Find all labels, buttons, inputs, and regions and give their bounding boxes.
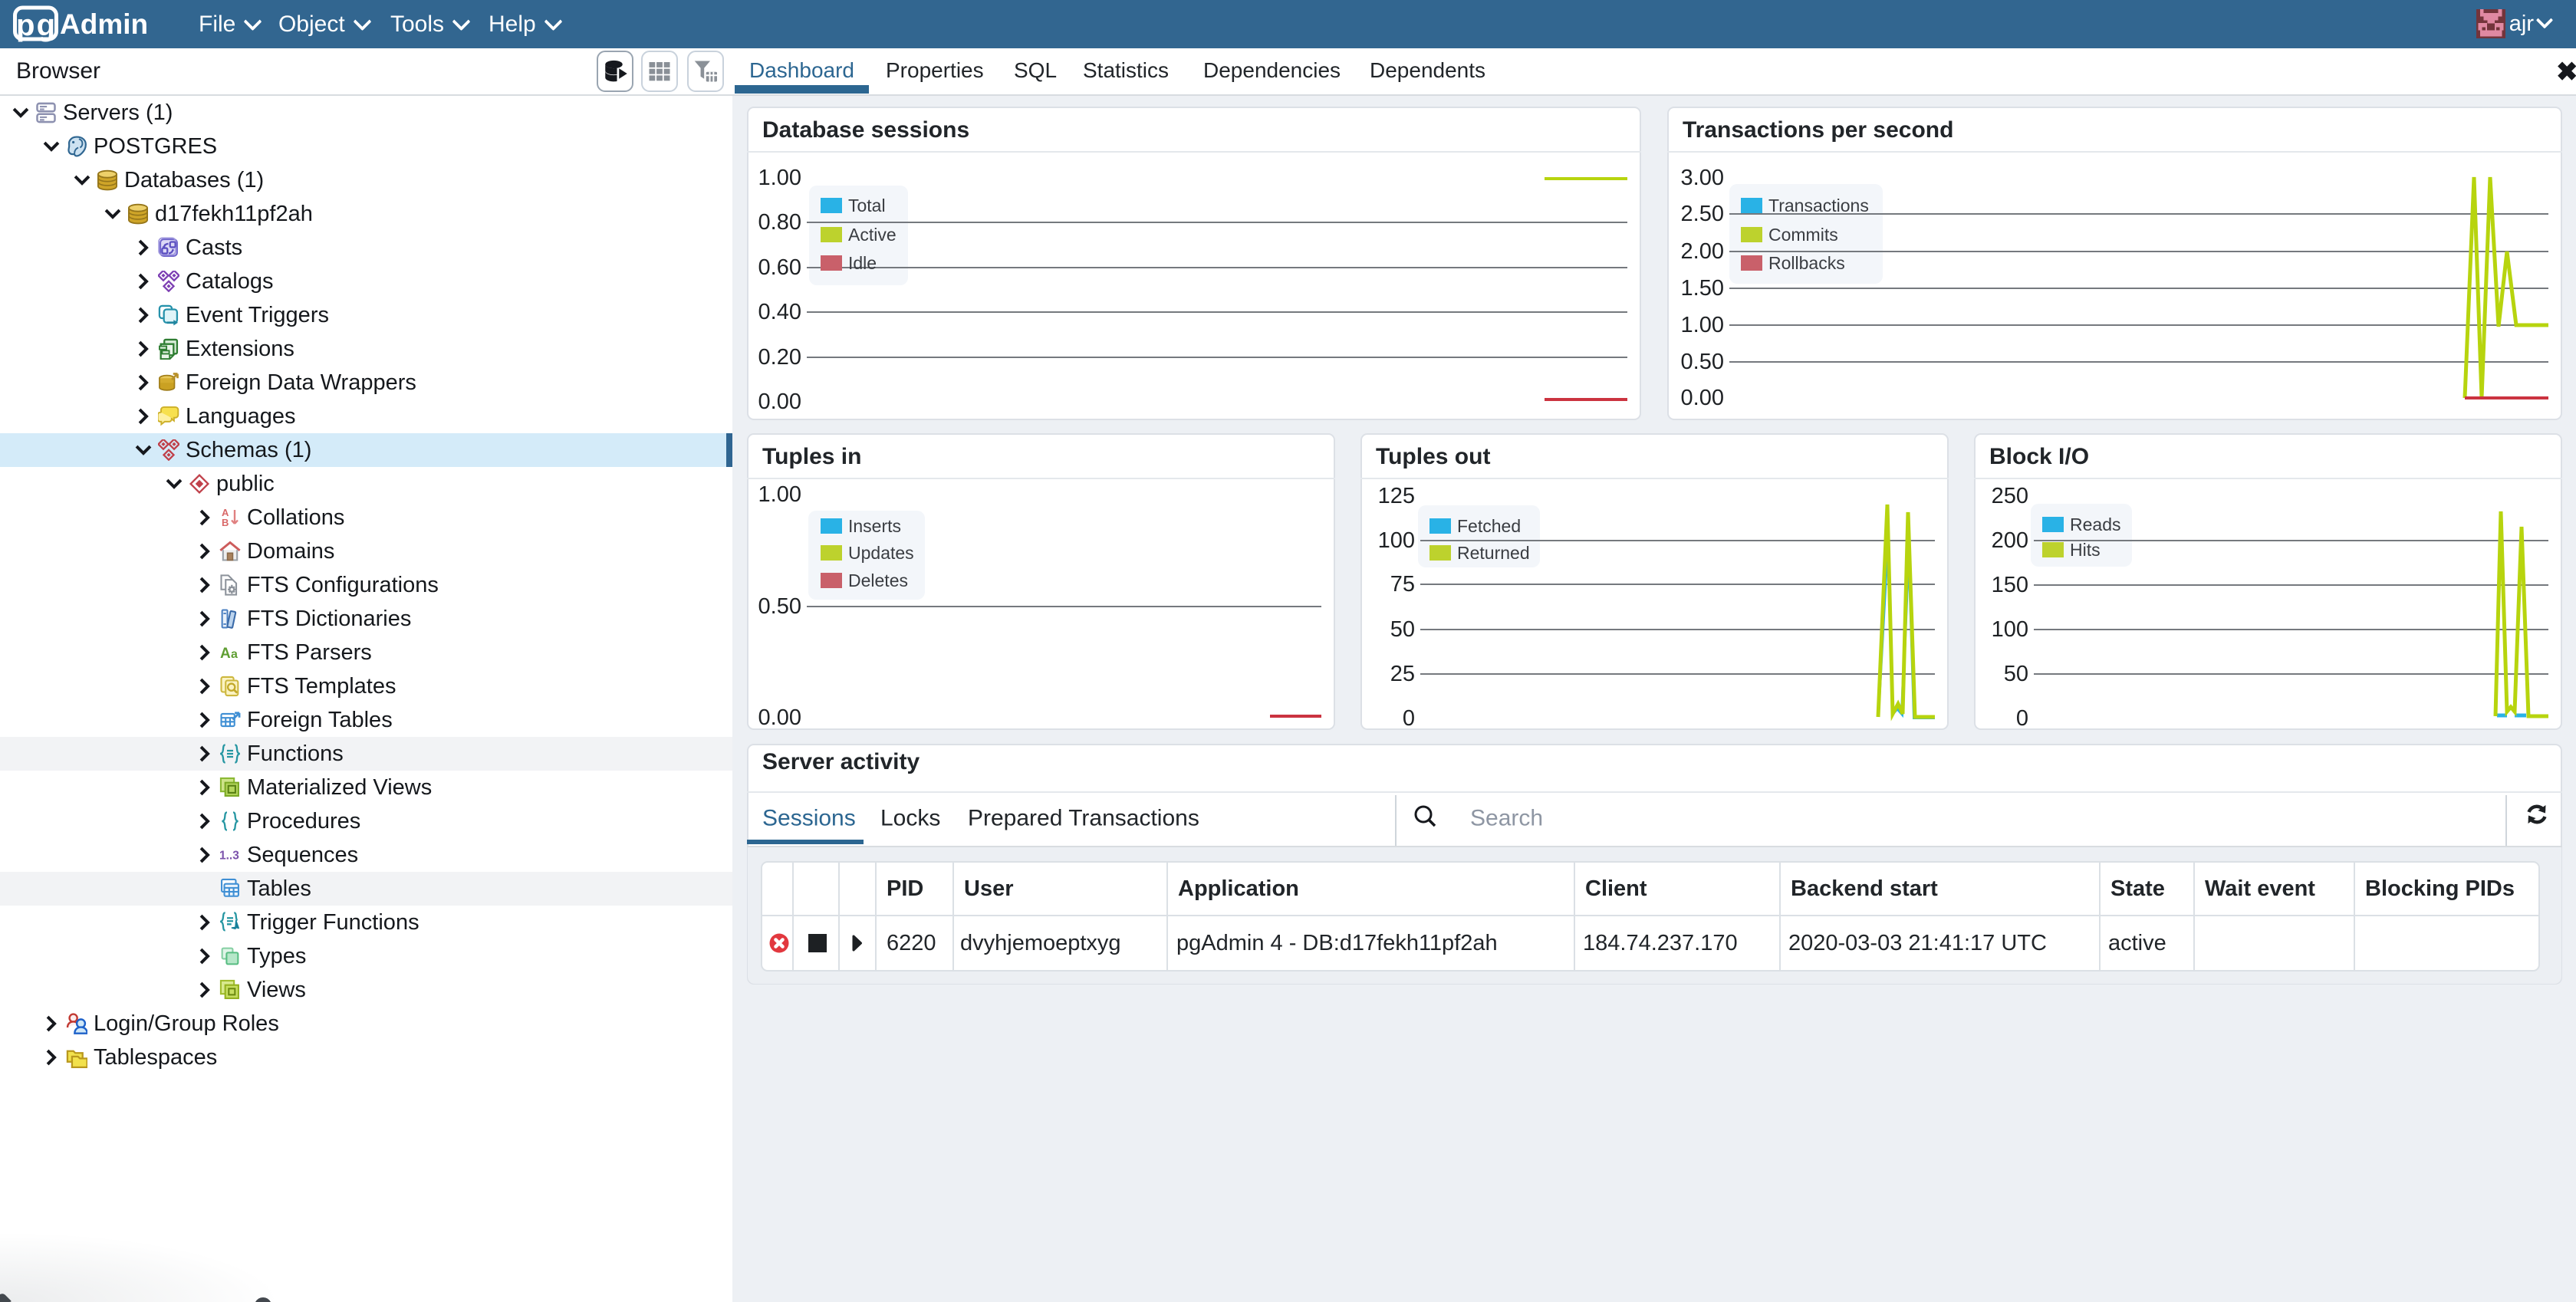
svg-text:0: 0	[2016, 706, 2028, 730]
svg-text:25: 25	[1390, 662, 1415, 686]
svg-text:250: 250	[1992, 484, 2028, 508]
svg-text:Hits: Hits	[2070, 540, 2101, 560]
svg-text:0.20: 0.20	[758, 345, 801, 370]
svg-text:Sessions: Sessions	[762, 806, 856, 831]
svg-text:1.00: 1.00	[1681, 313, 1724, 337]
svg-text:User: User	[964, 876, 1014, 901]
svg-text:6220: 6220	[887, 931, 936, 955]
svg-text:0.00: 0.00	[758, 390, 801, 414]
svg-text:dvyhjemoeptxyg: dvyhjemoeptxyg	[960, 931, 1121, 955]
svg-text:125: 125	[1378, 484, 1415, 508]
svg-text:Commits: Commits	[1768, 225, 1838, 245]
svg-text:0.80: 0.80	[758, 210, 801, 235]
svg-text:Search: Search	[1470, 806, 1543, 831]
svg-text:3.00: 3.00	[1681, 166, 1724, 190]
svg-text:pgAdmin 4 - DB:d17fekh11pf2ah: pgAdmin 4 - DB:d17fekh11pf2ah	[1176, 931, 1498, 955]
svg-text:Reads: Reads	[2070, 515, 2120, 534]
svg-text:active: active	[2108, 931, 2166, 955]
svg-text:1..3: 1..3	[219, 850, 239, 863]
svg-text:Returned: Returned	[1457, 543, 1530, 563]
svg-text:150: 150	[1992, 573, 2028, 597]
svg-text:0.00: 0.00	[1681, 386, 1724, 410]
svg-text:184.74.237.170: 184.74.237.170	[1583, 931, 1738, 955]
svg-text:Transactions per second: Transactions per second	[1683, 117, 1953, 143]
svg-text:Backend start: Backend start	[1791, 876, 1938, 901]
svg-text:Database sessions: Database sessions	[762, 117, 969, 143]
svg-text:0.40: 0.40	[758, 300, 801, 324]
svg-text:Blocking PIDs: Blocking PIDs	[2365, 876, 2515, 901]
svg-text:Application: Application	[1178, 876, 1299, 901]
svg-text:50: 50	[2004, 662, 2028, 686]
svg-text:B: B	[222, 517, 229, 528]
svg-text:Tuples in: Tuples in	[762, 444, 861, 469]
svg-text:Idle: Idle	[848, 253, 877, 273]
svg-text:A: A	[220, 646, 231, 662]
svg-text:Admin: Admin	[60, 8, 148, 40]
svg-text:200: 200	[1992, 528, 2028, 553]
svg-text:Server activity: Server activity	[762, 749, 920, 774]
svg-text:0: 0	[1403, 706, 1415, 730]
svg-text:Inserts: Inserts	[848, 516, 901, 536]
svg-text:State: State	[2110, 876, 2165, 901]
svg-text:Updates: Updates	[848, 543, 914, 563]
svg-text:Prepared Transactions: Prepared Transactions	[968, 806, 1199, 831]
svg-text:Total: Total	[848, 196, 886, 215]
svg-text:Block I/O: Block I/O	[1989, 444, 2089, 469]
svg-text:0.50: 0.50	[1681, 350, 1724, 374]
svg-text:a: a	[231, 648, 238, 661]
svg-text:2.00: 2.00	[1681, 239, 1724, 264]
svg-text:0.50: 0.50	[758, 594, 801, 619]
svg-text:0.60: 0.60	[758, 255, 801, 280]
svg-text:1.50: 1.50	[1681, 276, 1724, 301]
svg-text:pg: pg	[16, 8, 55, 42]
svg-text:100: 100	[1378, 528, 1415, 553]
svg-text:75: 75	[1390, 572, 1415, 597]
svg-text:Tuples out: Tuples out	[1376, 444, 1490, 469]
svg-text:Transactions: Transactions	[1768, 196, 1869, 215]
svg-text:1.00: 1.00	[758, 482, 801, 507]
svg-text:50: 50	[1390, 617, 1415, 642]
svg-text:Client: Client	[1585, 876, 1647, 901]
svg-text:Deletes: Deletes	[848, 570, 908, 590]
svg-text:0.00: 0.00	[758, 705, 801, 730]
svg-text:100: 100	[1992, 617, 2028, 642]
svg-text:Active: Active	[848, 225, 897, 245]
svg-text:2020-03-03 21:41:17 UTC: 2020-03-03 21:41:17 UTC	[1788, 931, 2047, 955]
svg-text:2.50: 2.50	[1681, 202, 1724, 226]
svg-text:Wait event: Wait event	[2205, 876, 2315, 901]
svg-text:Locks: Locks	[880, 806, 940, 831]
svg-text:Fetched: Fetched	[1457, 516, 1521, 536]
svg-text:1.00: 1.00	[758, 166, 801, 190]
svg-text:Rollbacks: Rollbacks	[1768, 253, 1845, 273]
svg-text:PID: PID	[887, 876, 923, 901]
